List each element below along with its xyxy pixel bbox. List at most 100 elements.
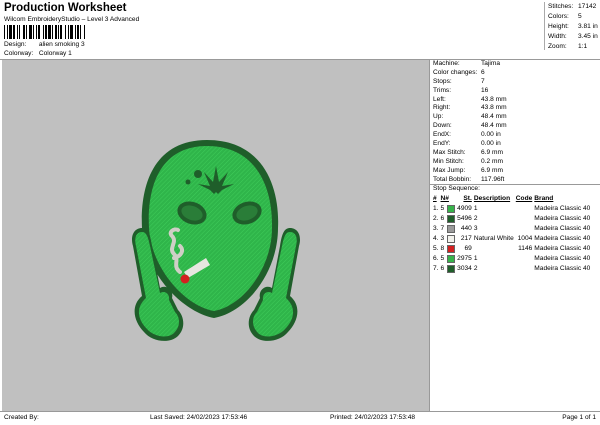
info-label: Color changes: xyxy=(433,68,478,76)
info-row: Up: 48.4 mm xyxy=(430,113,600,122)
barcode-bar xyxy=(26,25,27,39)
color-swatch xyxy=(447,224,456,233)
stitch-count: 2975 xyxy=(457,255,472,263)
thread-brand: Madeira Classic 40 xyxy=(534,245,591,253)
info-value: 6 xyxy=(481,68,485,76)
thread-brand: Madeira Classic 40 xyxy=(534,225,591,233)
stop-sequence-table: # N# St. Description Code Brand 1. 5 4909 1 Madei… xyxy=(432,194,591,274)
info-label: Trims: xyxy=(433,86,452,94)
barcode-bar xyxy=(52,25,53,39)
stop-index: 7. xyxy=(433,265,439,273)
color-description: 3 xyxy=(473,225,478,233)
barcode-bar xyxy=(23,25,25,39)
info-value: 43.8 mm xyxy=(481,95,507,103)
barcode-bar xyxy=(77,25,79,39)
last-saved: Last Saved: 24/02/2023 17:53:46 xyxy=(150,414,248,421)
stitch-count: 5496 xyxy=(457,215,472,223)
stop-index: 5. xyxy=(433,245,439,253)
design-row: Design: alien smoking 3 xyxy=(4,41,85,48)
color-code xyxy=(515,224,533,234)
info-label: EndY: xyxy=(433,140,451,148)
info-label: Total Bobbin: xyxy=(433,175,472,183)
barcode-bar xyxy=(29,25,32,39)
stitch-count: 69 xyxy=(464,245,472,253)
barcode-bar xyxy=(17,25,18,39)
needle-number: 6 xyxy=(440,215,445,223)
barcode-bar xyxy=(55,25,57,39)
column-header: Brand xyxy=(534,195,554,203)
info-value: 117.96ft xyxy=(481,175,505,183)
color-swatch xyxy=(447,204,456,213)
barcode-bar xyxy=(75,25,76,39)
zoom-value: 1:1 xyxy=(578,43,588,50)
colors-label: Colors: xyxy=(548,13,569,20)
stop-index: 2. xyxy=(433,215,439,223)
colors-value: 5 xyxy=(578,13,582,20)
needle-cell: 5 xyxy=(440,254,457,264)
design-value: alien smoking 3 xyxy=(38,41,85,48)
color-code: 1146 xyxy=(518,245,533,253)
summary-panel: Stitches: 17142 Colors: 5 Height: 3.81 in W… xyxy=(544,2,600,50)
embroidery-design xyxy=(132,140,300,341)
forehead-dot-large xyxy=(194,170,202,178)
height-label: Height: xyxy=(548,23,569,30)
barcode-bar xyxy=(70,25,73,39)
info-list: Machine: Tajima Color changes: 6 Stops: 7 Trim… xyxy=(430,60,600,184)
barcode-bar xyxy=(58,25,59,39)
needle-cell: 6 xyxy=(440,214,457,224)
printed-date: Printed: 24/02/2023 17:53:48 xyxy=(330,414,416,421)
info-row: Color changes: 6 xyxy=(430,69,600,78)
stop-index: 4. xyxy=(433,235,439,243)
stitch-count: 4909 xyxy=(457,205,472,213)
info-value: 16 xyxy=(481,86,489,94)
created-by: Created By: xyxy=(4,414,39,421)
barcode xyxy=(4,25,85,39)
color-description xyxy=(473,244,515,254)
info-row: Max Jump: 6.9 mm xyxy=(430,167,600,176)
needle-cell: 8 xyxy=(440,244,457,254)
stitch-count: 3034 xyxy=(457,265,472,273)
info-row: Max Stitch: 6.9 mm xyxy=(430,149,600,158)
barcode-bar xyxy=(65,25,66,39)
needle-number: 6 xyxy=(440,265,445,273)
stop-sequence-title: Stop Sequence: xyxy=(433,185,480,193)
info-value: 0.2 mm xyxy=(481,157,503,165)
info-row: EndX: 0.00 in xyxy=(430,131,600,140)
info-row: Trims: 16 xyxy=(430,87,600,96)
barcode-bar xyxy=(68,25,69,39)
barcode-bar xyxy=(38,25,40,39)
info-row: Down: 48.4 mm xyxy=(430,122,600,131)
barcode-bar xyxy=(9,25,12,39)
stop-index: 1. xyxy=(433,205,439,213)
needle-number: 5 xyxy=(440,255,445,263)
width-label: Width: xyxy=(548,33,567,40)
info-panel: Machine: Tajima Color changes: 6 Stops: 7 Trim… xyxy=(429,60,600,411)
thread-brand: Madeira Classic 40 xyxy=(534,265,591,273)
info-label: Stops: xyxy=(433,77,452,85)
info-label: Up: xyxy=(433,113,444,121)
info-label: Max Jump: xyxy=(433,166,466,174)
needle-number: 7 xyxy=(440,225,445,233)
info-label: Max Stitch: xyxy=(433,148,466,156)
stitches-value: 17142 xyxy=(578,3,597,10)
needle-cell: 7 xyxy=(440,224,457,234)
info-value: 48.4 mm xyxy=(481,113,507,121)
joint-ember xyxy=(180,274,190,284)
stitch-count: 217 xyxy=(460,235,472,243)
table-row: 3. 7 440 3 Madeira Classic 40 xyxy=(432,224,591,234)
info-row: Left: 43.8 mm xyxy=(430,96,600,105)
thread-brand: Madeira Classic 40 xyxy=(534,235,591,243)
forehead-dot-small xyxy=(185,179,191,185)
needle-number: 8 xyxy=(440,245,445,253)
info-row: Right: 43.8 mm xyxy=(430,104,600,113)
column-header: Code xyxy=(515,195,533,203)
color-swatch xyxy=(447,214,456,223)
info-value: 7 xyxy=(481,77,485,85)
barcode-bar xyxy=(7,25,8,39)
barcode-bar xyxy=(60,25,62,39)
stop-table-body: 1. 5 4909 1 Madeira Classic 40 2. 6 5496 2 Madeir… xyxy=(432,204,591,274)
color-code xyxy=(515,204,533,214)
info-label: Left: xyxy=(433,95,446,103)
info-label: EndX: xyxy=(433,131,451,139)
barcode-bar xyxy=(36,25,37,39)
